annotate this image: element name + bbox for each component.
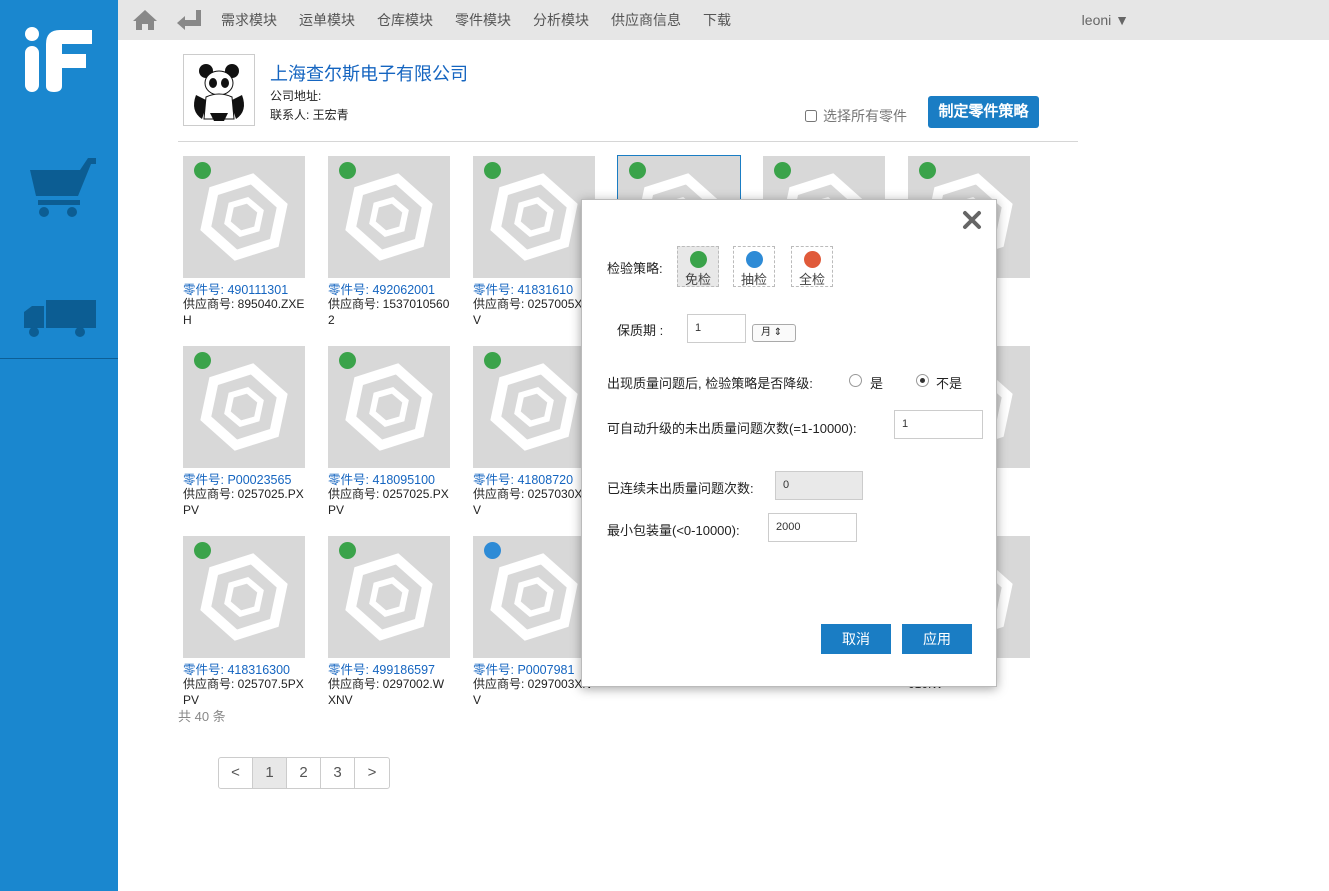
shelf-life-label: 保质期 : — [617, 323, 664, 338]
tag-icon — [339, 542, 356, 559]
option-full[interactable]: 全检 — [791, 246, 833, 287]
supplier-number: 供应商号: 895040.ZXEH — [183, 297, 305, 327]
company-logo — [183, 54, 255, 126]
tag-icon — [919, 162, 936, 179]
close-icon[interactable] — [962, 210, 982, 230]
pagination: < 1 2 3 > — [218, 757, 390, 789]
tag-icon — [629, 162, 646, 179]
company-contact: 联系人: 王宏青 — [270, 108, 349, 122]
min-pack-label: 最小包装量(<0-10000): — [607, 523, 740, 538]
downgrade-yes-label: 是 — [870, 376, 884, 391]
supplier-number: 供应商号: 0257005XPV — [473, 297, 591, 327]
nav-parts[interactable]: 零件模块 — [455, 0, 511, 40]
min-pack-input[interactable]: 2000 — [768, 513, 857, 542]
nav-demand[interactable]: 需求模块 — [221, 0, 277, 40]
tag-icon — [774, 162, 791, 179]
option-exempt-label: 免检 — [684, 272, 711, 287]
tag-icon — [484, 352, 501, 369]
search-icon — [803, 251, 821, 268]
select-all-label: 选择所有零件 — [823, 108, 907, 124]
nav-waybill[interactable]: 运单模块 — [299, 0, 355, 40]
supplier-number: 供应商号: 0297002.WXNV — [328, 677, 445, 707]
option-sampling-label: 抽检 — [740, 272, 767, 287]
auto-upgrade-input[interactable]: 1 — [894, 410, 983, 439]
inspection-strategy-label: 检验策略: — [607, 261, 663, 276]
pager-page-1[interactable]: 1 — [253, 758, 287, 788]
shelf-life-unit-select[interactable]: 月 ⇕ — [752, 324, 796, 342]
nav-supplier-info[interactable]: 供应商信息 — [611, 0, 681, 40]
supplier-number: 供应商号: 0257030XPV — [473, 487, 591, 517]
sidebar — [0, 0, 118, 891]
total-count: 共 40 条 — [178, 709, 226, 724]
tag-icon — [194, 542, 211, 559]
tag-icon — [339, 352, 356, 369]
if-logo-icon[interactable] — [22, 26, 96, 94]
home-icon[interactable] — [132, 9, 158, 31]
user-menu[interactable]: leoni ▼ — [1082, 0, 1129, 40]
supplier-number: 供应商号: 0257025.PXPV — [328, 487, 449, 517]
apply-button[interactable]: 应用 — [902, 624, 972, 654]
company-header: 上海查尔斯电子有限公司 公司地址: 联系人: 王宏青 选择所有零件 制定零件策略 — [178, 54, 1078, 142]
nav-analysis[interactable]: 分析模块 — [533, 0, 589, 40]
downgrade-no-radio[interactable] — [916, 374, 929, 387]
nav-warehouse[interactable]: 仓库模块 — [377, 0, 433, 40]
streak-label: 已连续未出质量问题次数: — [607, 481, 754, 496]
supplier-number: 供应商号: 15370105602 — [328, 297, 450, 327]
company-address: 公司地址: — [270, 89, 322, 103]
supplier-number: 供应商号: 0257025.PXPV — [183, 487, 304, 517]
tag-icon — [339, 162, 356, 179]
shelf-unit-value: 月 — [761, 327, 771, 338]
company-name: 上海查尔斯电子有限公司 — [270, 64, 468, 84]
pager-page-2[interactable]: 2 — [287, 758, 321, 788]
basket-icon — [745, 251, 763, 268]
select-all-checkbox[interactable] — [805, 110, 817, 122]
downgrade-label: 出现质量问题后, 检验策略是否降级: — [607, 376, 813, 391]
supplier-number: 供应商号: 0297003XNV — [473, 677, 592, 707]
top-navbar: 需求模块 运单模块 仓库模块 零件模块 分析模块 供应商信息 下载 leoni … — [118, 0, 1329, 40]
sidebar-divider — [0, 358, 118, 359]
option-exempt[interactable]: 免检 — [677, 246, 719, 287]
streak-input: 0 — [775, 471, 863, 500]
select-all-parts[interactable]: 选择所有零件 — [805, 106, 907, 126]
option-full-label: 全检 — [798, 272, 825, 287]
strategy-dialog: 检验策略: 免检 抽检 全检 保质期 : 1 月 ⇕ 出现质量问题后, 检验策略… — [581, 199, 997, 687]
option-sampling[interactable]: 抽检 — [733, 246, 775, 287]
supplier-number: 供应商号: 025707.5PXPV — [183, 677, 304, 707]
tag-icon — [194, 162, 211, 179]
pager-page-3[interactable]: 3 — [321, 758, 355, 788]
tag-icon — [689, 251, 707, 268]
pager-next[interactable]: > — [355, 758, 389, 788]
make-strategy-button[interactable]: 制定零件策略 — [928, 96, 1039, 128]
panda-icon — [194, 64, 244, 121]
downgrade-yes-radio[interactable] — [849, 374, 862, 387]
return-arrow-icon[interactable] — [176, 10, 202, 30]
tag-icon — [194, 352, 211, 369]
main-nav: 需求模块 运单模块 仓库模块 零件模块 分析模块 供应商信息 下载 — [221, 0, 753, 40]
pager-prev[interactable]: < — [219, 758, 253, 788]
downgrade-no-label: 不是 — [936, 376, 963, 391]
shelf-life-input[interactable]: 1 — [687, 314, 746, 343]
auto-upgrade-label: 可自动升级的未出质量问题次数(=1-10000): — [607, 421, 857, 436]
basket-icon — [484, 542, 501, 559]
nav-download[interactable]: 下载 — [703, 0, 731, 40]
shopping-cart-icon[interactable] — [28, 156, 98, 218]
cancel-button[interactable]: 取消 — [821, 624, 891, 654]
truck-icon[interactable] — [22, 298, 98, 338]
tag-icon — [484, 162, 501, 179]
